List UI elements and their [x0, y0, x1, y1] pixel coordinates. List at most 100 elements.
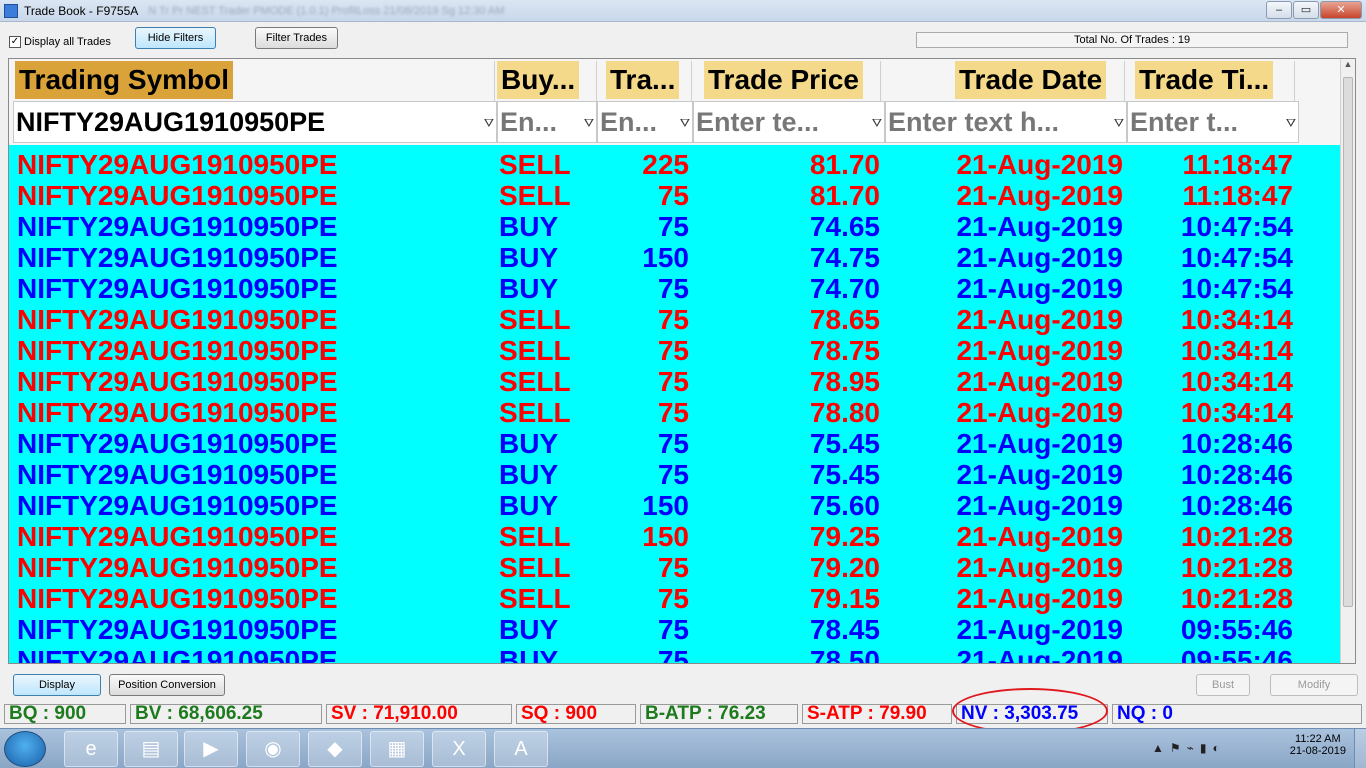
minimize-button[interactable]: –	[1266, 1, 1292, 19]
bust-button[interactable]: Bust	[1196, 674, 1250, 696]
cell-trade-time: 10:28:46	[1180, 459, 1293, 490]
filter-input-trade-qty[interactable]	[600, 106, 674, 138]
table-row[interactable]: NIFTY29AUG1910950PE BUY 75 75.45 21-Aug-2019…	[9, 459, 1341, 490]
column-header-trade-price[interactable]: Trade Price	[701, 61, 881, 101]
display-button[interactable]: Display	[13, 674, 101, 696]
table-row[interactable]: NIFTY29AUG1910950PE SELL 75 78.95 21-Aug-201…	[9, 366, 1341, 397]
system-tray-icons[interactable]: ▲⚑⌁▮◐	[1152, 741, 1226, 755]
media-player-icon[interactable]: ▶	[184, 731, 238, 767]
table-row[interactable]: NIFTY29AUG1910950PE BUY 150 75.60 21-Aug-201…	[9, 490, 1341, 521]
checkbox-icon[interactable]: ✓	[9, 36, 21, 48]
window-controls: – ▭ ✕	[1266, 1, 1362, 19]
table-row[interactable]: NIFTY29AUG1910950PE SELL 75 78.75 21-Aug-201…	[9, 335, 1341, 366]
buy-quantity: BQ : 900	[4, 704, 126, 724]
close-button[interactable]: ✕	[1320, 1, 1362, 19]
cell-trade-date: 21-Aug-2019	[956, 211, 1123, 242]
excel-icon[interactable]: X	[432, 731, 486, 767]
cell-trade-time: 10:47:54	[1180, 242, 1293, 273]
calculator-icon[interactable]: ▦	[370, 731, 424, 767]
scroll-thumb[interactable]	[1343, 77, 1353, 607]
cell-trade-time: 10:34:14	[1180, 335, 1293, 366]
column-header-trade-qty[interactable]: Tra...	[606, 61, 692, 101]
hide-filters-button[interactable]: Hide Filters	[135, 27, 216, 49]
table-row[interactable]: NIFTY29AUG1910950PE SELL 225 81.70 21-Aug-20…	[9, 149, 1341, 180]
table-row[interactable]: NIFTY29AUG1910950PE BUY 75 74.70 21-Aug-2019…	[9, 273, 1341, 304]
ie-icon[interactable]: e	[64, 731, 118, 767]
position-conversion-button[interactable]: Position Conversion	[109, 674, 225, 696]
cell-trade-price: 75.45	[809, 459, 880, 490]
filter-trades-button[interactable]: Filter Trades	[255, 27, 338, 49]
pdf-icon[interactable]: A	[494, 731, 548, 767]
buy-avg-price: B-ATP : 76.23	[640, 704, 798, 724]
vertical-scrollbar[interactable]: ▲	[1340, 59, 1355, 663]
table-row[interactable]: NIFTY29AUG1910950PE BUY 75 78.50 21-Aug-2019…	[9, 645, 1341, 664]
cell-trade-date: 21-Aug-2019	[956, 552, 1123, 583]
sell-quantity: SQ : 900	[516, 704, 636, 724]
cell-trade-qty: 75	[657, 459, 689, 490]
cell-buy-sell: BUY	[499, 273, 559, 304]
filter-icon[interactable]: ⛛	[872, 116, 882, 131]
filter-icon[interactable]: ⛛	[1114, 116, 1124, 131]
filter-cell-trade-date: ⛛	[885, 101, 1127, 143]
filter-icon[interactable]: ⛛	[584, 116, 594, 131]
show-desktop-button[interactable]	[1354, 729, 1366, 768]
filter-icon[interactable]: ⛛	[484, 116, 494, 131]
cell-trade-date: 21-Aug-2019	[956, 335, 1123, 366]
trade-grid[interactable]: Trading Symbol Buy... Tra... Trade Price…	[8, 58, 1356, 664]
table-row[interactable]: NIFTY29AUG1910950PE BUY 75 75.45 21-Aug-2019…	[9, 428, 1341, 459]
table-row[interactable]: NIFTY29AUG1910950PE BUY 150 74.75 21-Aug-201…	[9, 242, 1341, 273]
cell-trade-time: 10:34:14	[1180, 304, 1293, 335]
display-all-trades-checkbox[interactable]: ✓ Display all Trades	[9, 36, 111, 48]
filter-cell-buy-sell: ⛛	[497, 101, 597, 143]
filter-input-trade-price[interactable]	[696, 106, 866, 138]
start-button[interactable]	[4, 731, 46, 767]
modify-button[interactable]: Modify	[1270, 674, 1358, 696]
chrome-icon[interactable]: ◉	[246, 731, 300, 767]
scroll-up-icon[interactable]: ▲	[1341, 59, 1355, 75]
filter-input-buy-sell[interactable]	[500, 106, 578, 138]
cell-trade-qty: 75	[657, 180, 689, 211]
display-all-trades-label: Display all Trades	[24, 36, 111, 48]
cell-trade-price: 79.20	[809, 552, 880, 583]
buy-value: BV : 68,606.25	[130, 704, 322, 724]
filter-cell-trading-symbol: ⛛	[13, 101, 497, 143]
column-header-buy-sell[interactable]: Buy...	[497, 61, 597, 101]
filter-input-trading-symbol[interactable]	[16, 106, 476, 138]
cell-trade-date: 21-Aug-2019	[956, 149, 1123, 180]
table-row[interactable]: NIFTY29AUG1910950PE SELL 75 78.65 21-Aug-201…	[9, 304, 1341, 335]
table-row[interactable]: NIFTY29AUG1910950PE BUY 75 74.65 21-Aug-2019…	[9, 211, 1341, 242]
cell-trade-date: 21-Aug-2019	[956, 180, 1123, 211]
column-header-trading-symbol[interactable]: Trading Symbol	[15, 61, 495, 101]
filter-input-trade-time[interactable]	[1130, 106, 1280, 138]
table-row[interactable]: NIFTY29AUG1910950PE SELL 75 79.20 21-Aug-201…	[9, 552, 1341, 583]
filter-icon[interactable]: ⛛	[680, 116, 690, 131]
cell-trading-symbol: NIFTY29AUG1910950PE	[17, 149, 338, 180]
cell-trade-price: 75.45	[809, 428, 880, 459]
cell-trade-time: 09:55:46	[1180, 645, 1293, 664]
filter-input-trade-date[interactable]	[888, 106, 1108, 138]
cell-trade-time: 10:28:46	[1180, 490, 1293, 521]
explorer-icon[interactable]: ▤	[124, 731, 178, 767]
table-row[interactable]: NIFTY29AUG1910950PE SELL 150 79.25 21-Aug-20…	[9, 521, 1341, 552]
clock[interactable]: 11:22 AM 21-08-2019	[1290, 733, 1346, 757]
cell-trading-symbol: NIFTY29AUG1910950PE	[17, 242, 338, 273]
maximize-button[interactable]: ▭	[1293, 1, 1319, 19]
cell-trade-time: 10:34:14	[1180, 397, 1293, 428]
table-row[interactable]: NIFTY29AUG1910950PE BUY 75 78.45 21-Aug-2019…	[9, 614, 1341, 645]
table-row[interactable]: NIFTY29AUG1910950PE SELL 75 79.15 21-Aug-201…	[9, 583, 1341, 614]
filter-icon[interactable]: ⛛	[1286, 116, 1296, 131]
table-row[interactable]: NIFTY29AUG1910950PE SELL 75 81.70 21-Aug-201…	[9, 180, 1341, 211]
cell-trade-time: 11:18:47	[1182, 180, 1293, 211]
column-header-trade-date[interactable]: Trade Date	[955, 61, 1125, 101]
trading-app-icon[interactable]: ◆	[308, 731, 362, 767]
cell-trading-symbol: NIFTY29AUG1910950PE	[17, 428, 338, 459]
column-header-trade-time[interactable]: Trade Ti...	[1135, 61, 1295, 101]
cell-trade-qty: 150	[642, 521, 689, 552]
cell-trade-date: 21-Aug-2019	[956, 490, 1123, 521]
cell-trading-symbol: NIFTY29AUG1910950PE	[17, 273, 338, 304]
sell-value: SV : 71,910.00	[326, 704, 512, 724]
cell-trading-symbol: NIFTY29AUG1910950PE	[17, 335, 338, 366]
cell-buy-sell: BUY	[499, 211, 559, 242]
table-row[interactable]: NIFTY29AUG1910950PE SELL 75 78.80 21-Aug-201…	[9, 397, 1341, 428]
sell-avg-price: S-ATP : 79.90	[802, 704, 952, 724]
